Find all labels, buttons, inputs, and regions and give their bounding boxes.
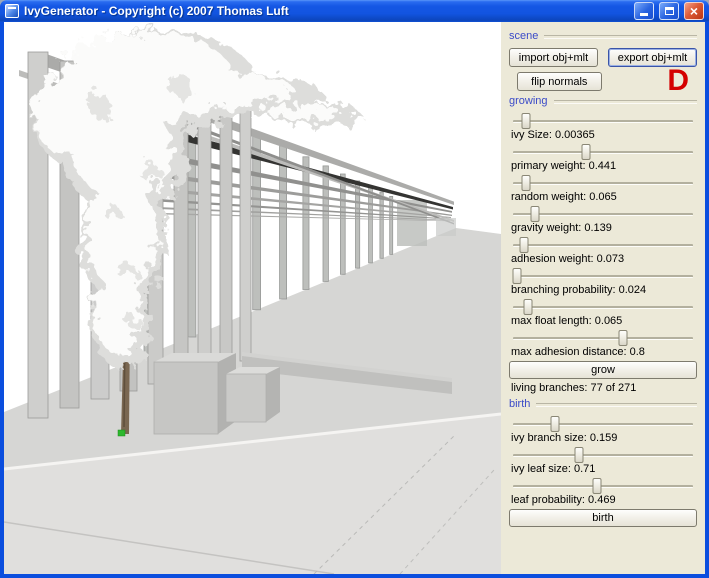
title-bar[interactable]: IvyGenerator - Copyright (c) 2007 Thomas… (0, 0, 709, 22)
slider-track (513, 454, 693, 457)
slider-thumb[interactable] (521, 113, 530, 129)
slider-thumb[interactable] (593, 478, 602, 494)
primary-weight-label: primary weight: 0.441 (511, 160, 695, 172)
app-icon (5, 4, 19, 18)
slider-track (513, 244, 693, 247)
ivy-branch-size-label: ivy branch size: 0.159 (511, 432, 695, 444)
random-weight-label: random weight: 0.065 (511, 191, 695, 203)
slider-thumb[interactable] (582, 144, 591, 160)
adhesion-weight-slider[interactable] (511, 237, 695, 253)
adhesion-weight-label: adhesion weight: 0.073 (511, 253, 695, 265)
branching-probability-label: branching probability: 0.024 (511, 284, 695, 296)
scene-section-header: scene (509, 30, 697, 42)
window-title: IvyGenerator - Copyright (c) 2007 Thomas… (24, 4, 629, 18)
birth-button[interactable]: birth (509, 509, 697, 527)
debug-letter: D (667, 66, 689, 96)
import-obj-button[interactable]: import obj+mlt (509, 48, 598, 67)
control-panel: scene import obj+mlt export obj+mlt flip… (501, 22, 705, 574)
random-weight-slider[interactable] (511, 175, 695, 191)
ivy-branch-size-slider[interactable] (511, 416, 695, 432)
max-adhesion-distance-label: max adhesion distance: 0.8 (511, 346, 695, 358)
slider-thumb[interactable] (519, 237, 528, 253)
slider-thumb[interactable] (521, 175, 530, 191)
close-icon: × (690, 4, 698, 18)
flip-normals-button[interactable]: flip normals (517, 72, 602, 91)
living-branches-status: living branches: 77 of 271 (511, 382, 695, 394)
slider-track (513, 275, 693, 278)
slider-thumb[interactable] (619, 330, 628, 346)
slider-thumb[interactable] (551, 416, 560, 432)
slider-thumb[interactable] (530, 206, 539, 222)
scene-3d (4, 22, 501, 574)
slider-track (513, 337, 693, 340)
slider-track (513, 306, 693, 309)
birth-section-header: birth (509, 398, 697, 410)
max-float-length-label: max float length: 0.065 (511, 315, 695, 327)
leaf-probability-label: leaf probability: 0.469 (511, 494, 695, 506)
primary-weight-slider[interactable] (511, 144, 695, 160)
section-divider (536, 403, 697, 407)
ivy-leaf-size-label: ivy leaf size: 0.71 (511, 463, 695, 475)
slider-thumb[interactable] (523, 299, 532, 315)
slider-track (513, 120, 693, 123)
minimize-icon (640, 13, 648, 16)
slider-track (513, 213, 693, 216)
close-button[interactable]: × (684, 2, 704, 20)
gravity-weight-label: gravity weight: 0.139 (511, 222, 695, 234)
minimize-button[interactable] (634, 2, 654, 20)
ivy-leaf-size-slider[interactable] (511, 447, 695, 463)
scene-header-label: scene (509, 30, 538, 42)
maximize-icon (665, 7, 674, 15)
slider-track (513, 151, 693, 154)
slider-track (513, 485, 693, 488)
growing-header-label: growing (509, 95, 548, 107)
section-divider (554, 100, 697, 104)
slider-track (513, 423, 693, 426)
leaf-probability-slider[interactable] (511, 478, 695, 494)
max-float-length-slider[interactable] (511, 299, 695, 315)
app-window: IvyGenerator - Copyright (c) 2007 Thomas… (0, 0, 709, 578)
slider-thumb[interactable] (512, 268, 521, 284)
max-adhesion-distance-slider[interactable] (511, 330, 695, 346)
slider-thumb[interactable] (575, 447, 584, 463)
slider-track (513, 182, 693, 185)
gravity-weight-slider[interactable] (511, 206, 695, 222)
viewport-3d[interactable] (4, 22, 501, 574)
ivy-size-label: ivy Size: 0.00365 (511, 129, 695, 141)
maximize-button[interactable] (659, 2, 679, 20)
grow-button[interactable]: grow (509, 361, 697, 379)
ivy-size-slider[interactable] (511, 113, 695, 129)
section-divider (544, 35, 697, 39)
branching-probability-slider[interactable] (511, 268, 695, 284)
birth-header-label: birth (509, 398, 530, 410)
client-area: scene import obj+mlt export obj+mlt flip… (4, 22, 705, 574)
